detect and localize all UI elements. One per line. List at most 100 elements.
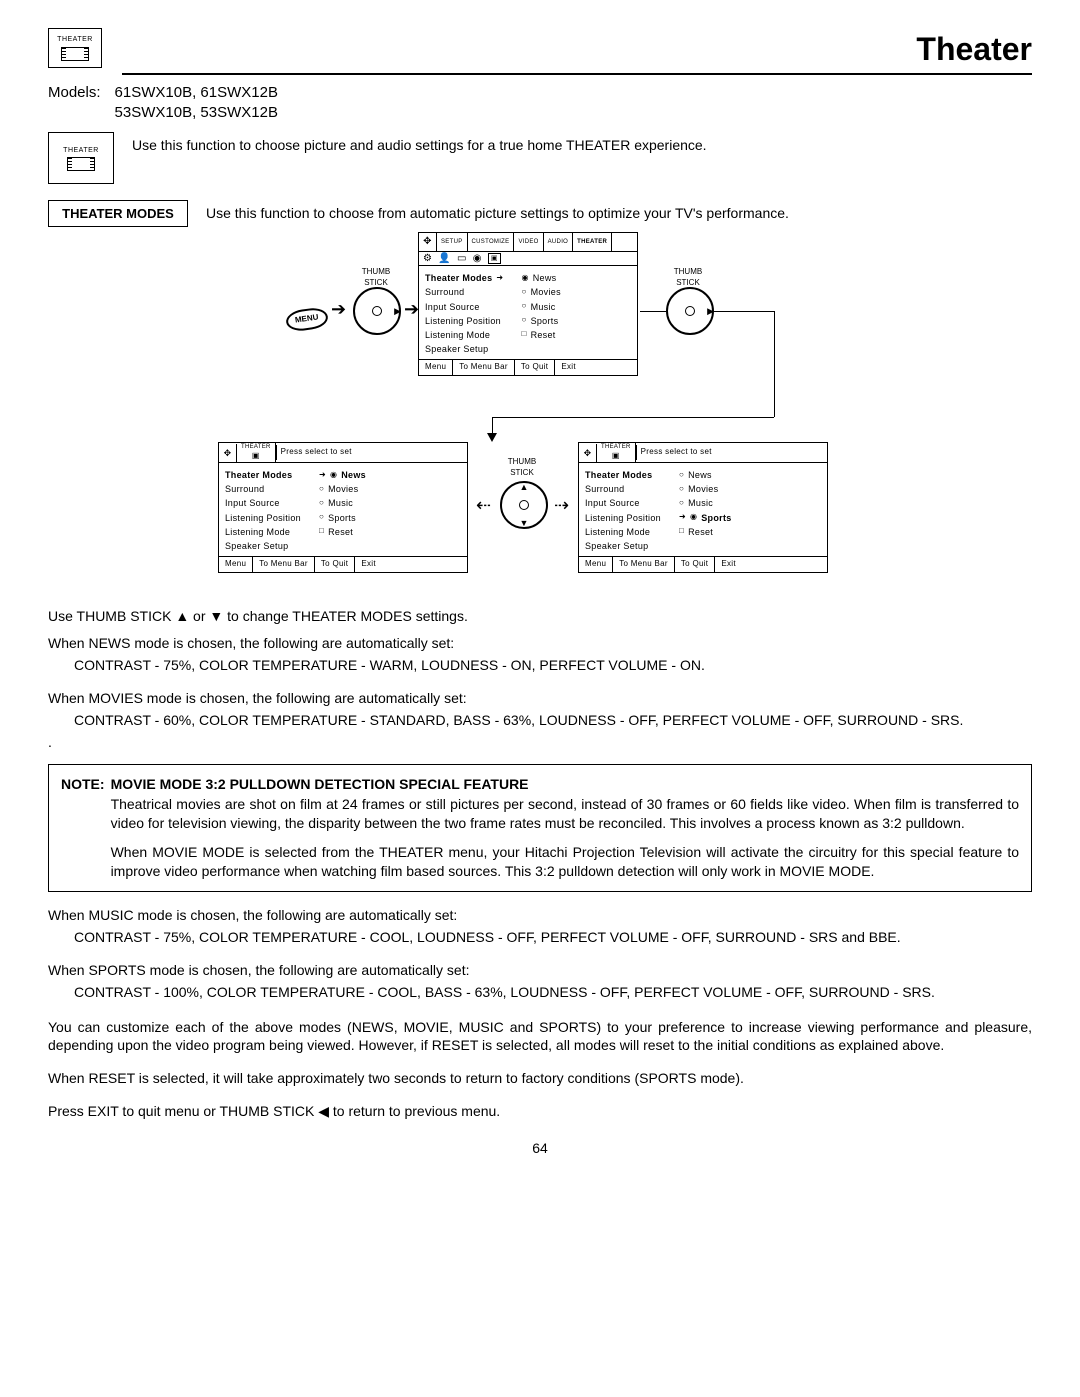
menu-input-source: Input Source bbox=[585, 497, 661, 509]
models-line1: 61SWX10B, 61SWX12B bbox=[115, 83, 278, 103]
menu-theater-modes: Theater Modes bbox=[225, 469, 292, 481]
footer-menu: Menu bbox=[219, 557, 253, 572]
arrow-down-icon bbox=[487, 433, 497, 442]
opt-reset: Reset bbox=[328, 526, 353, 538]
reset-paragraph: When RESET is selected, it will take app… bbox=[48, 1069, 1032, 1088]
osd-body: Theater Modes Surround Input Source List… bbox=[219, 463, 467, 556]
menu-listening-position: Listening Position bbox=[585, 512, 661, 524]
note-p1: Theatrical movies are shot on film at 24… bbox=[111, 795, 1019, 833]
osd-iconrow: ⚙ 👤 ▭ ◉ ▣ bbox=[419, 252, 637, 266]
osd-mini-header: ✥ THEATER▣ Press select to set bbox=[219, 443, 467, 463]
arrow-right-icon: ⇢ bbox=[554, 493, 569, 517]
theater-modes-label: THEATER MODES bbox=[48, 200, 188, 228]
flow-diagram: ✥ SETUP CUSTOMIZE VIDEO AUDIO THEATER ⚙ … bbox=[48, 237, 1032, 597]
opt-sports: Sports bbox=[701, 512, 731, 524]
page-header: THEATER Theater bbox=[48, 28, 1032, 75]
crosshair-icon: ✥ bbox=[579, 444, 597, 462]
tv-icon: ▭ bbox=[457, 252, 467, 266]
tab-audio: AUDIO bbox=[544, 233, 574, 251]
opt-movies: Movies bbox=[688, 483, 718, 495]
opt-reset: Reset bbox=[531, 329, 556, 341]
theater-icon-label: THEATER bbox=[63, 146, 99, 155]
square-icon: □ bbox=[521, 329, 526, 340]
osd-footer: Menu To Menu Bar To Quit Exit bbox=[419, 359, 637, 375]
opt-music: Music bbox=[531, 301, 556, 313]
radio-on-icon: ◉ bbox=[521, 273, 528, 284]
use-thumb-instruction: Use THUMB STICK ▲ or ▼ to change THEATER… bbox=[48, 607, 1032, 626]
osd-panel-sports: ✥ THEATER▣ Press select to set Theater M… bbox=[578, 442, 828, 573]
radio-on-icon: ◉ bbox=[330, 470, 337, 481]
film-strip-icon bbox=[61, 47, 89, 61]
models-label: Models: bbox=[48, 83, 101, 124]
press-select-label: Press select to set bbox=[276, 445, 356, 460]
thumb-stick[interactable]: ▶ bbox=[353, 287, 401, 335]
radio-off-icon: ○ bbox=[319, 498, 324, 509]
menu-listening-mode: Listening Mode bbox=[425, 329, 503, 341]
thumb-label: THUMB STICK bbox=[351, 267, 401, 289]
footer-exit: Exit bbox=[715, 557, 742, 572]
thumb-stick[interactable]: ▲ ▼ bbox=[500, 481, 548, 529]
arrow-right-icon: ➔ bbox=[404, 297, 419, 321]
crosshair-icon: ✥ bbox=[419, 233, 437, 251]
menu-surround: Surround bbox=[225, 483, 301, 495]
film-mini-icon: ▣ bbox=[488, 253, 501, 264]
footer-to-quit: To Quit bbox=[515, 360, 555, 375]
menu-theater-modes: Theater Modes bbox=[425, 272, 492, 284]
note-label: NOTE: bbox=[61, 775, 105, 881]
thumb-label: THUMB STICK bbox=[663, 267, 713, 289]
menu-button[interactable]: MENU bbox=[285, 306, 329, 332]
customize-paragraph: You can customize each of the above mode… bbox=[48, 1018, 1032, 1056]
osd-menu-col: Theater Modes Surround Input Source List… bbox=[225, 469, 301, 552]
page-title: Theater bbox=[122, 28, 1032, 75]
osd-body: Theater Modes Surround Input Source List… bbox=[579, 463, 827, 556]
menu-speaker-setup: Speaker Setup bbox=[425, 343, 503, 355]
music-mode-body: CONTRAST - 75%, COLOR TEMPERATURE - COOL… bbox=[48, 928, 1032, 947]
menu-listening-mode: Listening Mode bbox=[585, 526, 661, 538]
arrow-right-icon: ➜ bbox=[496, 273, 503, 284]
osd-mini-header: ✥ THEATER▣ Press select to set bbox=[579, 443, 827, 463]
osd-panel-top: ✥ SETUP CUSTOMIZE VIDEO AUDIO THEATER ⚙ … bbox=[418, 232, 638, 376]
thumb-label: THUMB STICK bbox=[497, 457, 547, 479]
tab-video: VIDEO bbox=[514, 233, 543, 251]
footer-exit: Exit bbox=[555, 360, 582, 375]
flow-line bbox=[492, 417, 774, 418]
footer-to-menu-bar: To Menu Bar bbox=[613, 557, 675, 572]
music-mode-head: When MUSIC mode is chosen, the following… bbox=[48, 906, 1032, 925]
radio-off-icon: ○ bbox=[521, 315, 526, 326]
footer-to-menu-bar: To Menu Bar bbox=[453, 360, 515, 375]
theater-modes-desc: Use this function to choose from automat… bbox=[206, 204, 789, 223]
opt-news: News bbox=[341, 469, 366, 481]
radio-on-icon: ◉ bbox=[690, 512, 697, 523]
opt-movies: Movies bbox=[328, 483, 358, 495]
footer-to-quit: To Quit bbox=[675, 557, 715, 572]
speaker-icon: ◉ bbox=[473, 252, 482, 266]
square-icon: □ bbox=[679, 526, 684, 537]
menu-listening-position: Listening Position bbox=[225, 512, 301, 524]
arrow-right-icon: ➜ bbox=[679, 512, 686, 523]
square-icon: □ bbox=[319, 526, 324, 537]
menu-surround: Surround bbox=[425, 286, 503, 298]
opt-music: Music bbox=[688, 497, 713, 509]
osd-footer: Menu To Menu Bar To Quit Exit bbox=[219, 556, 467, 572]
sports-mode-head: When SPORTS mode is chosen, the followin… bbox=[48, 961, 1032, 980]
osd-tabbar: ✥ SETUP CUSTOMIZE VIDEO AUDIO THEATER bbox=[419, 233, 637, 252]
note-title: MOVIE MODE 3:2 PULLDOWN DETECTION SPECIA… bbox=[111, 776, 529, 792]
film-strip-icon bbox=[67, 157, 95, 171]
footer-to-quit: To Quit bbox=[315, 557, 355, 572]
press-select-label: Press select to set bbox=[636, 445, 716, 460]
thumb-stick[interactable]: ▶ bbox=[666, 287, 714, 335]
menu-listening-mode: Listening Mode bbox=[225, 526, 301, 538]
models-values: 61SWX10B, 61SWX12B 53SWX10B, 53SWX12B bbox=[115, 83, 278, 124]
news-mode-head: When NEWS mode is chosen, the following … bbox=[48, 634, 1032, 653]
period: . bbox=[48, 733, 1032, 752]
theater-modes-row: THEATER MODES Use this function to choos… bbox=[48, 200, 1032, 228]
radio-off-icon: ○ bbox=[679, 484, 684, 495]
radio-off-icon: ○ bbox=[521, 301, 526, 312]
osd-options-col: ◉News ○Movies ○Music ○Sports □Reset bbox=[521, 272, 560, 355]
theater-icon: THEATER bbox=[55, 141, 107, 177]
osd-menu-col: Theater Modes Surround Input Source List… bbox=[585, 469, 661, 552]
opt-sports: Sports bbox=[328, 512, 356, 524]
exit-instruction: Press EXIT to quit menu or THUMB STICK ◀… bbox=[48, 1102, 1032, 1121]
arrow-left-icon: ⇠ bbox=[476, 493, 491, 517]
flow-line bbox=[640, 311, 666, 312]
